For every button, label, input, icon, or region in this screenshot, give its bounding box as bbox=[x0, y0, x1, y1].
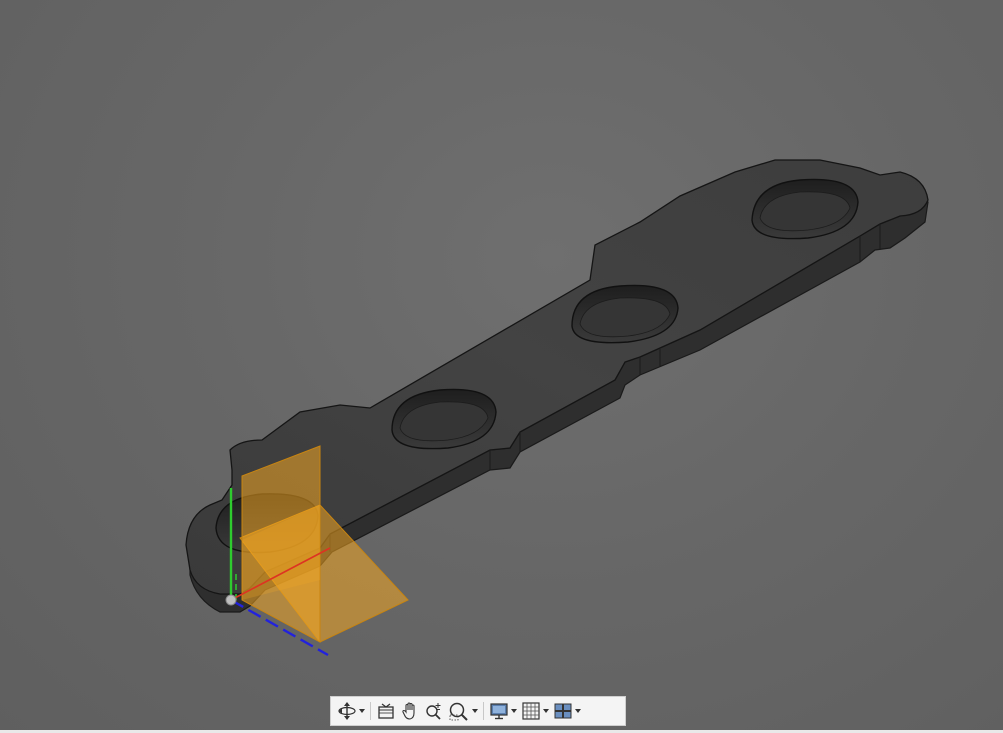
chevron-down-icon bbox=[359, 709, 365, 713]
chevron-down-icon bbox=[575, 709, 581, 713]
monitor-icon bbox=[490, 703, 508, 720]
orbit-button[interactable] bbox=[335, 699, 367, 723]
zoom-button[interactable] bbox=[422, 699, 446, 723]
look-at-button[interactable] bbox=[374, 699, 398, 723]
toolbar-separator bbox=[483, 702, 484, 720]
grid-snaps-button[interactable] bbox=[519, 699, 551, 723]
display-settings-button[interactable] bbox=[487, 699, 519, 723]
3d-viewport[interactable] bbox=[0, 0, 1003, 733]
chevron-down-icon bbox=[543, 709, 549, 713]
model-scene[interactable] bbox=[0, 0, 1003, 733]
origin-point[interactable] bbox=[225, 594, 237, 606]
toolbar-separator bbox=[370, 702, 371, 720]
pan-hand-icon bbox=[402, 702, 415, 720]
viewports-icon bbox=[554, 703, 572, 719]
orbit-icon bbox=[338, 702, 356, 720]
pan-button[interactable] bbox=[398, 699, 422, 723]
zoom-window-icon bbox=[449, 702, 468, 721]
look-at-icon bbox=[378, 703, 394, 719]
navigation-toolbar bbox=[330, 696, 626, 726]
zoom-icon bbox=[426, 703, 441, 720]
zoom-window-button[interactable] bbox=[446, 699, 480, 723]
viewports-button[interactable] bbox=[551, 699, 583, 723]
grid-icon bbox=[522, 702, 540, 720]
chevron-down-icon bbox=[472, 709, 478, 713]
chevron-down-icon bbox=[511, 709, 517, 713]
